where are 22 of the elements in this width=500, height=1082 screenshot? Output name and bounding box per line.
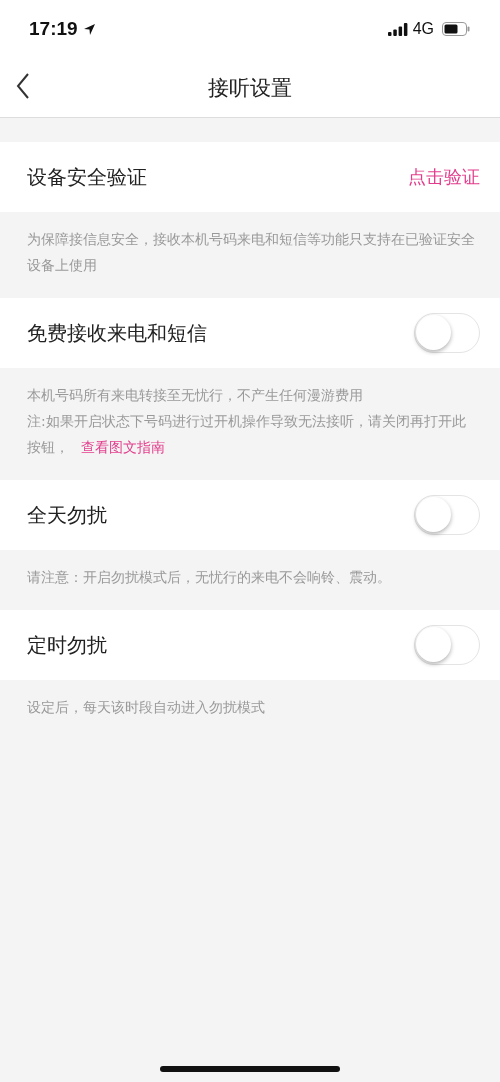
clock-time: 17:19 (29, 18, 78, 40)
home-indicator[interactable] (160, 1066, 340, 1072)
toggle-switch[interactable] (414, 625, 480, 665)
page-title: 接听设置 (208, 74, 292, 102)
note-text: 请注意：开启勿扰模式后，无忧行的来电不会响铃、震动。 (27, 568, 392, 587)
setting-label: 定时勿扰 (27, 631, 107, 659)
toggle-switch[interactable] (414, 495, 480, 535)
setting-label: 设备安全验证 (27, 163, 147, 191)
back-icon (16, 72, 30, 100)
guide-link[interactable]: 查看图文指南 (81, 439, 165, 455)
note-text: 本机号码所有来电转接至无忧行，不产生任何漫游费用 (27, 386, 364, 405)
setting-label: 全天勿扰 (27, 501, 107, 529)
network-type: 4G (412, 20, 434, 38)
note-text: 注:如果开启状态下号码进行过开机操作导致无法接听，请关闭再打开此按钮， 查看图文指南 (27, 412, 467, 457)
note-text: 为保障接信息安全，接收本机号码来电和短信等功能只支持在已验证安全设备上使用 (27, 230, 476, 275)
setting-label: 免费接收来电和短信 (27, 319, 207, 347)
battery-icon (442, 22, 470, 36)
verify-link[interactable]: 点击验证 (408, 165, 480, 189)
location-arrow-icon (82, 22, 96, 36)
toggle-switch[interactable] (414, 313, 480, 353)
note-text: 设定后，每天该时段自动进入勿扰模式 (27, 698, 266, 717)
signal-icon (387, 22, 408, 36)
